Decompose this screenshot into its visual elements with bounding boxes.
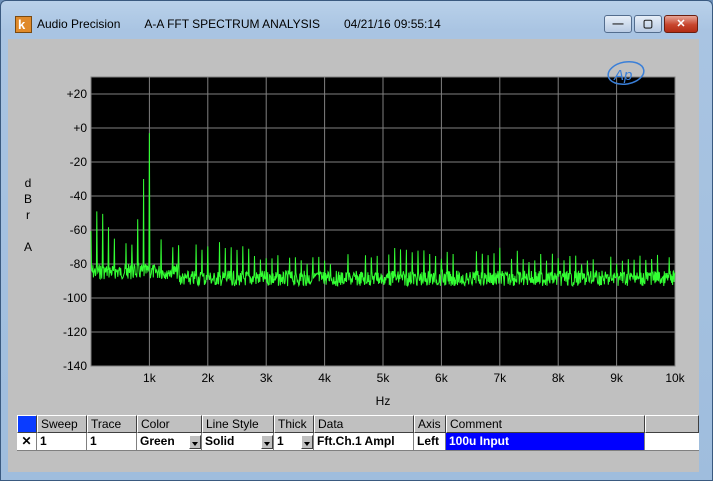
cell-axis[interactable]: Left [414,433,446,451]
cell-trace[interactable]: 1 [87,433,137,451]
y-tick-label: +0 [73,121,87,135]
x-tick-labels: 1k 2k 3k 4k 5k 6k 7k 8k 9k 10k [143,371,686,385]
x-tick-label: 2k [201,371,215,385]
x-tick-label: 4k [318,371,332,385]
thick-dropdown-icon[interactable] [301,435,313,449]
maximize-button[interactable]: ▢ [634,15,662,33]
fft-graph-panel: +20 +0 -20 -40 -60 -80 -100 -120 -140 1k 2k 3k 4k 5k… [8,39,699,409]
y-tick-label: -140 [63,359,87,373]
x-tick-label: 5k [377,371,391,385]
maximize-icon: ▢ [642,18,654,30]
row-enabled-checkbox[interactable]: ✕ [17,433,37,451]
header-axis[interactable]: Axis [414,415,446,433]
y-tick-label: -20 [70,155,88,169]
header-thick[interactable]: Thick [274,415,314,433]
y-tick-label: -60 [70,223,88,237]
cell-thick-value: 1 [277,434,284,448]
minimize-button[interactable]: — [604,15,632,33]
color-dropdown-icon[interactable] [189,435,201,449]
y-axis-label: dBr A [24,176,32,254]
cell-sweep[interactable]: 1 [37,433,87,451]
x-tick-label: 7k [493,371,507,385]
audio-precision-app-icon[interactable]: k [15,16,32,33]
cell-thick[interactable]: 1 [274,433,314,451]
app-name: Audio Precision [37,17,121,31]
analysis-name: A-A FFT SPECTRUM ANALYSIS [144,17,320,31]
y-tick-label: -80 [70,257,88,271]
x-axis-label: Hz [376,394,391,408]
y-axis-label-char: d [25,176,32,190]
title-bar[interactable]: k Audio Precision A-A FFT SPECTRUM ANALYS… [1,1,712,33]
y-axis-label-char: r [26,208,30,222]
header-sweep[interactable]: Sweep [37,415,87,433]
minimize-icon: — [612,18,624,30]
x-tick-label: 1k [143,371,157,385]
x-tick-label: 9k [610,371,624,385]
cell-data[interactable]: Fft.Ch.1 Ampl [314,433,414,451]
x-tick-label: 6k [435,371,449,385]
cell-color[interactable]: Green [137,433,202,451]
header-data[interactable]: Data [314,415,414,433]
close-button[interactable]: ✕ [664,15,698,33]
close-icon: ✕ [676,18,686,30]
y-tick-label: -40 [70,189,88,203]
header-line-style[interactable]: Line Style [202,415,274,433]
y-tick-label: -100 [63,291,87,305]
x-tick-label: 8k [552,371,566,385]
table-row[interactable]: ✕ 1 1 Green Solid 1 Fft.Ch.1 Ampl Left 1… [17,433,699,451]
analyzer-window: k Audio Precision A-A FFT SPECTRUM ANALYS… [0,0,713,481]
cell-blank [645,433,699,451]
cell-color-value: Green [140,434,175,448]
x-tick-label: 10k [665,371,685,385]
cell-line-style[interactable]: Solid [202,433,274,451]
cell-comment[interactable]: 100u Input [446,433,645,451]
y-axis-label-char: B [24,192,32,206]
header-blank [645,415,699,433]
ap-logo-text: Ap [613,67,632,84]
header-comment[interactable]: Comment [446,415,645,433]
header-color-swatch[interactable] [17,415,37,433]
y-tick-labels: +20 +0 -20 -40 -60 -80 -100 -120 -140 [63,87,87,373]
x-tick-label: 3k [260,371,274,385]
window-title: Audio Precision A-A FFT SPECTRUM ANALYSIS… [37,17,465,31]
line-style-dropdown-icon[interactable] [261,435,273,449]
header-trace[interactable]: Trace [87,415,137,433]
fft-spectrum-chart[interactable]: +20 +0 -20 -40 -60 -80 -100 -120 -140 1k 2k 3k 4k 5k… [8,39,699,409]
y-tick-label: -120 [63,325,87,339]
y-tick-label: +20 [67,87,88,101]
client-area: +20 +0 -20 -40 -60 -80 -100 -120 -140 1k 2k 3k 4k 5k… [8,39,699,472]
header-color[interactable]: Color [137,415,202,433]
cell-line-style-value: Solid [205,434,235,448]
table-header-row: Sweep Trace Color Line Style Thick Data … [17,415,699,433]
y-axis-label-char: A [24,240,32,254]
timestamp: 04/21/16 09:55:14 [343,17,441,31]
